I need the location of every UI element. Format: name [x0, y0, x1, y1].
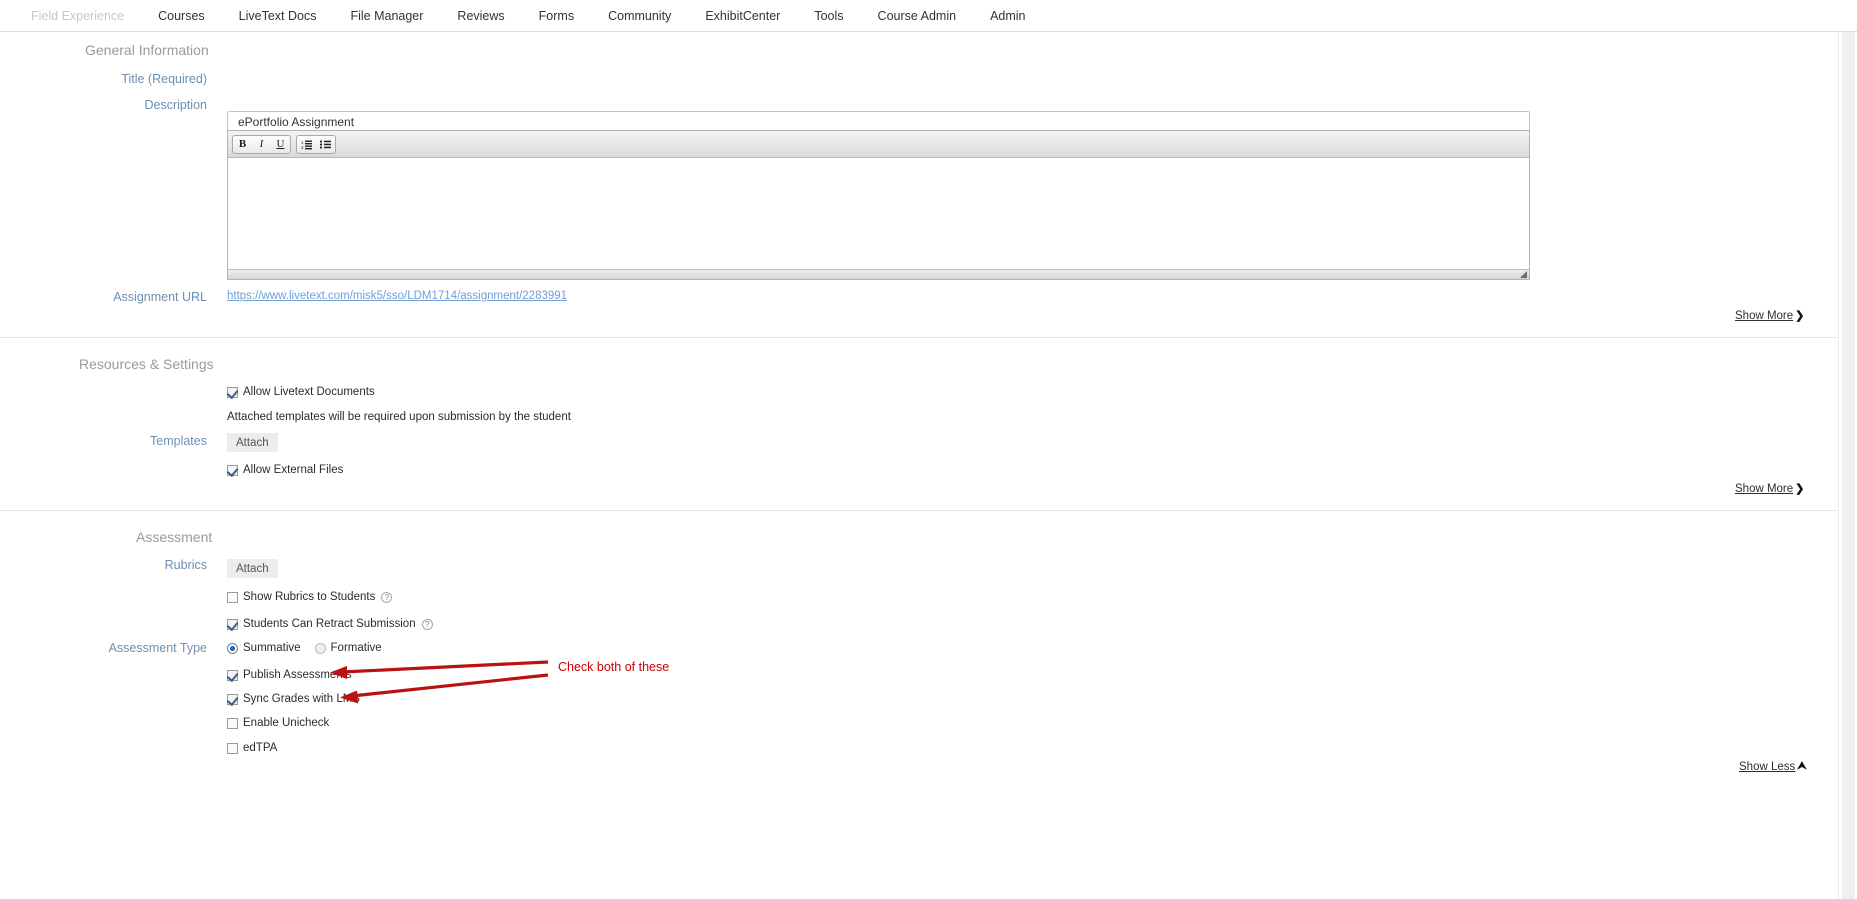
title-field-label: Title (Required): [0, 72, 207, 86]
general-information-heading: General Information: [85, 42, 209, 58]
nav-item-field-experience[interactable]: Field Experience: [14, 0, 141, 32]
show-rubrics-to-students-label[interactable]: Show Rubrics to Students: [243, 591, 375, 603]
templates-note-text: Attached templates will be required upon…: [227, 411, 571, 423]
help-icon[interactable]: ?: [422, 619, 433, 630]
nav-item-courses[interactable]: Courses: [141, 0, 222, 32]
annotation-check-both-text: Check both of these: [558, 660, 669, 674]
bulleted-list-icon[interactable]: [316, 136, 335, 153]
bold-button[interactable]: B: [233, 136, 252, 153]
allow-external-files-checkbox[interactable]: [227, 465, 238, 476]
text-style-button-group: B I U: [232, 135, 291, 154]
assignment-url-link[interactable]: https://www.livetext.com/misk5/sso/LDM17…: [227, 290, 567, 302]
nav-item-course-admin[interactable]: Course Admin: [861, 0, 974, 32]
rubrics-field-label: Rubrics: [0, 558, 207, 572]
assessment-heading: Assessment: [136, 529, 212, 545]
allow-external-files-label[interactable]: Allow External Files: [243, 464, 343, 476]
nav-item-tools[interactable]: Tools: [797, 0, 860, 32]
allow-livetext-documents-label[interactable]: Allow Livetext Documents: [243, 386, 375, 398]
nav-item-livetext-docs[interactable]: LiveText Docs: [222, 0, 334, 32]
edtpa-label[interactable]: edTPA: [243, 742, 277, 754]
assessment-type-label: Assessment Type: [0, 641, 207, 655]
edtpa-row[interactable]: edTPA: [227, 742, 277, 754]
formative-label[interactable]: Formative: [331, 642, 382, 654]
assignment-url-label: Assignment URL: [0, 290, 207, 304]
publish-assessments-label[interactable]: Publish Assessments: [243, 669, 352, 681]
chevron-right-icon: ❯: [1795, 482, 1804, 495]
numbered-list-icon[interactable]: 1 2: [297, 136, 316, 153]
students-can-retract-label[interactable]: Students Can Retract Submission: [243, 618, 416, 630]
students-can-retract-checkbox[interactable]: [227, 619, 238, 630]
enable-unicheck-row[interactable]: Enable Unicheck: [227, 717, 329, 729]
italic-button[interactable]: I: [252, 136, 271, 153]
show-more-label: Show More: [1735, 483, 1793, 495]
nav-item-reviews[interactable]: Reviews: [440, 0, 521, 32]
chevron-up-icon: ⮝: [1797, 760, 1806, 773]
underline-button[interactable]: U: [271, 136, 290, 153]
resize-grip-icon[interactable]: [1520, 271, 1527, 278]
section-divider-2: [0, 510, 1838, 511]
allow-livetext-documents-checkbox[interactable]: [227, 387, 238, 398]
templates-attach-button[interactable]: Attach: [227, 433, 278, 452]
sync-grades-with-lms-label[interactable]: Sync Grades with LMS: [243, 693, 360, 705]
annotation-arrow-sync-line: [352, 675, 548, 696]
publish-assessments-checkbox[interactable]: [227, 670, 238, 681]
nav-item-file-manager[interactable]: File Manager: [333, 0, 440, 32]
show-rubrics-to-students-row[interactable]: Show Rubrics to Students ?: [227, 591, 392, 603]
nav-item-forms[interactable]: Forms: [522, 0, 591, 32]
rubrics-attach-button[interactable]: Attach: [227, 559, 278, 578]
annotation-arrow-publish-line: [342, 662, 548, 672]
description-editor-body[interactable]: [228, 158, 1529, 269]
show-less-label: Show Less: [1739, 761, 1795, 773]
editor-toolbar: B I U 1 2: [228, 131, 1529, 158]
sync-grades-with-lms-row[interactable]: Sync Grades with LMS: [227, 693, 360, 705]
resources-settings-show-more-link[interactable]: Show More ❯: [1735, 482, 1804, 495]
edtpa-checkbox[interactable]: [227, 743, 238, 754]
allow-livetext-documents-row[interactable]: Allow Livetext Documents: [227, 386, 375, 398]
main-navigation-bar: Field Experience Courses LiveText Docs F…: [0, 0, 1857, 32]
show-more-label: Show More: [1735, 310, 1793, 322]
assessment-show-less-link[interactable]: Show Less ⮝: [1739, 760, 1807, 773]
general-information-show-more-link[interactable]: Show More ❯: [1735, 309, 1804, 322]
description-field-label: Description: [0, 98, 207, 112]
help-icon[interactable]: ?: [381, 592, 392, 603]
description-rich-text-editor: B I U 1 2: [227, 130, 1530, 280]
title-input[interactable]: [227, 111, 1530, 132]
resources-settings-heading: Resources & Settings: [79, 356, 214, 372]
templates-field-label: Templates: [0, 434, 207, 448]
summative-radio[interactable]: [227, 643, 238, 654]
nav-item-exhibitcenter[interactable]: ExhibitCenter: [688, 0, 797, 32]
list-button-group: 1 2: [296, 135, 336, 154]
enable-unicheck-label[interactable]: Enable Unicheck: [243, 717, 329, 729]
svg-text:2: 2: [301, 145, 304, 150]
summative-label[interactable]: Summative: [243, 642, 301, 654]
allow-external-files-row[interactable]: Allow External Files: [227, 464, 343, 476]
vertical-scrollbar-track[interactable]: [1838, 32, 1857, 899]
editor-footer: [228, 269, 1529, 279]
assignment-settings-page: General Information Title (Required) Des…: [0, 32, 1857, 899]
nav-item-admin[interactable]: Admin: [973, 0, 1042, 32]
nav-item-community[interactable]: Community: [591, 0, 688, 32]
section-divider-1: [0, 337, 1838, 338]
assessment-type-radio-group: Summative Formative: [227, 642, 382, 654]
students-can-retract-row[interactable]: Students Can Retract Submission ?: [227, 618, 433, 630]
sync-grades-with-lms-checkbox[interactable]: [227, 694, 238, 705]
publish-assessments-row[interactable]: Publish Assessments: [227, 669, 352, 681]
show-rubrics-to-students-checkbox[interactable]: [227, 592, 238, 603]
formative-radio[interactable]: [315, 643, 326, 654]
vertical-scrollbar-thumb[interactable]: [1842, 32, 1855, 899]
enable-unicheck-checkbox[interactable]: [227, 718, 238, 729]
chevron-right-icon: ❯: [1795, 309, 1804, 322]
form-content: General Information Title (Required) Des…: [0, 32, 1838, 899]
